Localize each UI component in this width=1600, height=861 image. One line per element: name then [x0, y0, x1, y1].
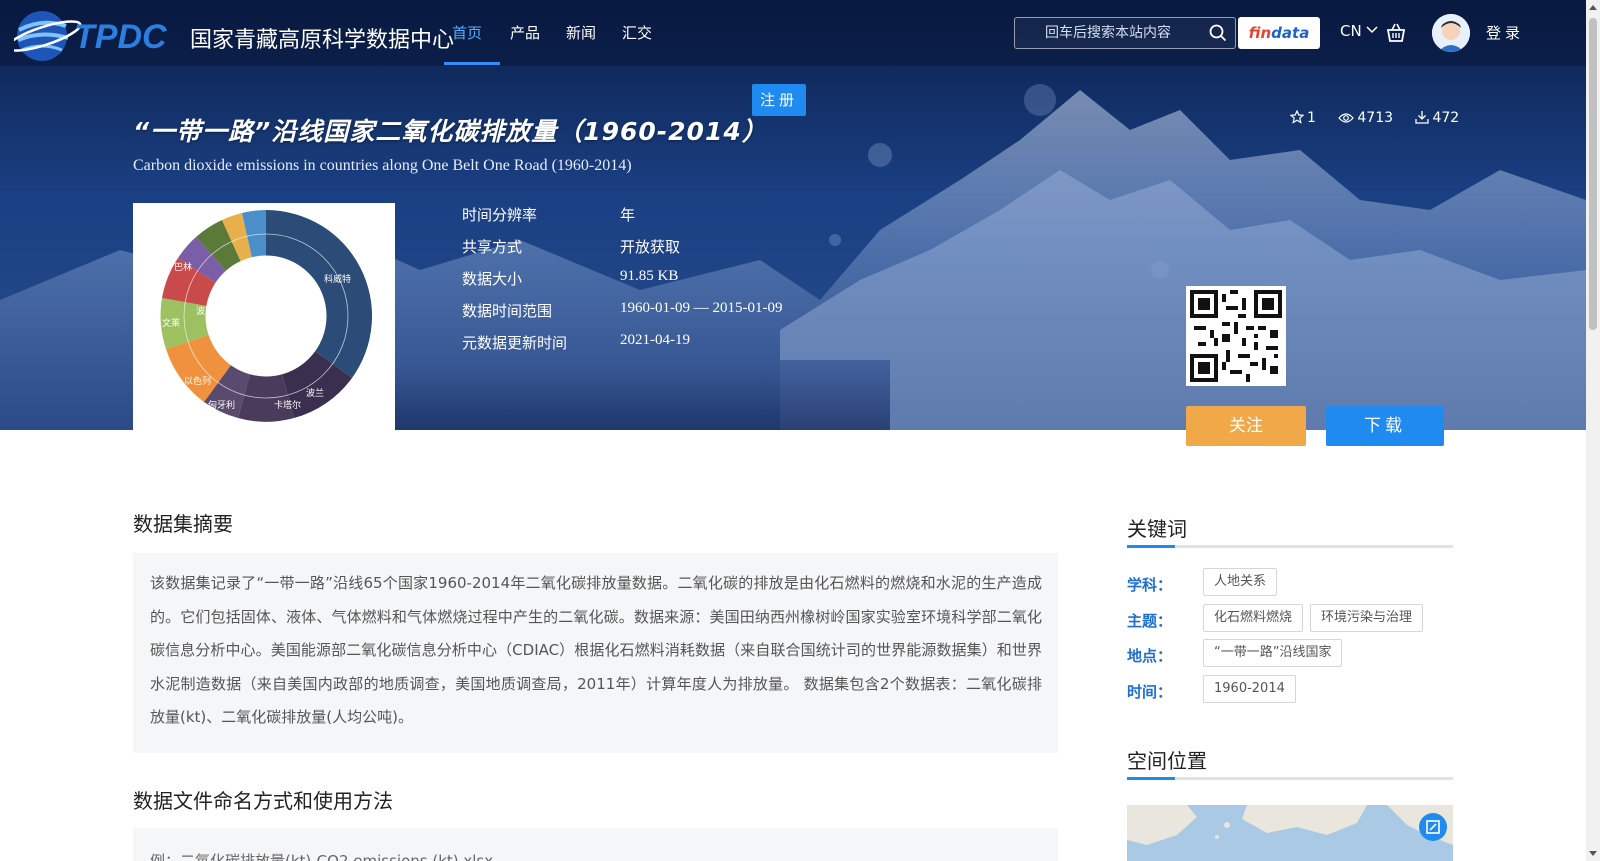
logo-letters: TPDC [74, 18, 167, 56]
meta-value: 91.85 KB [620, 268, 679, 284]
scroll-thumb[interactable] [1589, 18, 1597, 330]
location-divider [1127, 777, 1453, 780]
hero-banner: TPDC 国家青藏高原科学数据中心 首页 产品 新闻 汇交 findata CN [0, 0, 1586, 430]
avatar-icon [1432, 14, 1470, 52]
abstract-text: 该数据集记录了“一带一路”沿线65个国家1960-2014年二氧化碳排放量数据。… [150, 574, 1042, 726]
keyword-tag[interactable]: 化石燃料燃烧 [1203, 604, 1304, 632]
meta-value: 1960-01-09 — 2015-01-09 [620, 300, 783, 316]
thumb-label-israel: 以色列 [184, 375, 211, 387]
download-icon [1415, 111, 1430, 124]
globe-logo-icon: TPDC [14, 11, 167, 61]
keywords-divider [1127, 545, 1453, 548]
keyword-tag[interactable]: 环境污染与治理 [1310, 604, 1424, 632]
dataset-title-en: Carbon dioxide emissions in countries al… [133, 157, 632, 174]
thumb-label-kuwait: 科威特 [324, 273, 351, 285]
qr-code-image [1190, 290, 1282, 382]
meta-value: 2021-04-19 [620, 332, 690, 348]
search-box [1014, 17, 1236, 49]
thumb-label-brunei: 文莱 [162, 317, 180, 329]
meta-value: 年 [620, 206, 636, 224]
star-icon [1289, 109, 1305, 124]
keyword-label: 学科： [1127, 576, 1173, 594]
downloads-stat: 472 [1415, 110, 1459, 126]
scroll-up-icon[interactable] [1589, 3, 1597, 13]
thumb-label-oman: 阿曼 [268, 363, 288, 375]
thumb-label-bosi: 波斯 [196, 305, 214, 317]
findata-part2: data [1271, 24, 1310, 42]
meta-label: 元数据更新时间 [462, 334, 568, 352]
keyword-label: 主题： [1127, 612, 1173, 630]
nav-active-indicator [444, 62, 500, 65]
star-stat[interactable]: 1 [1289, 109, 1316, 126]
search-icon[interactable] [1209, 24, 1227, 42]
dataset-stats: 1 4713 472 [1289, 109, 1477, 130]
keywords-title: 关键词 [1127, 517, 1187, 541]
language-label: CN [1340, 22, 1362, 40]
nav-item-home[interactable]: 首页 [452, 22, 482, 43]
downloads-count: 472 [1432, 110, 1460, 126]
site-logo[interactable]: TPDC 国家青藏高原科学数据中心 [14, 4, 454, 64]
meta-label: 数据时间范围 [462, 302, 553, 320]
user-avatar[interactable] [1432, 14, 1470, 52]
qr-code [1186, 286, 1286, 386]
scroll-down-icon[interactable] [1589, 848, 1597, 858]
nav-item-news[interactable]: 新闻 [566, 22, 596, 43]
login-link[interactable]: 登录 [1486, 22, 1524, 43]
naming-example-box: 例：二氧化碳排放量(kt)-CO2 emissions (kt).xlsx [133, 828, 1058, 861]
meta-label: 数据大小 [462, 270, 523, 288]
page-scrollbar[interactable] [1586, 0, 1600, 861]
map-fullscreen-button[interactable] [1419, 813, 1447, 841]
findata-part1: fin [1248, 24, 1272, 42]
page: TPDC 国家青藏高原科学数据中心 首页 产品 新闻 汇交 findata CN [0, 0, 1600, 861]
search-input[interactable] [1025, 18, 1195, 48]
expand-icon [1426, 820, 1440, 834]
keyword-label: 地点： [1127, 647, 1173, 665]
nav-item-products[interactable]: 产品 [510, 22, 540, 43]
views-stat: 4713 [1338, 110, 1393, 126]
keyword-tag[interactable]: 人地关系 [1203, 568, 1278, 596]
keyword-tag[interactable]: 1960-2014 [1203, 675, 1296, 703]
thumb-label-qatar: 卡塔尔 [274, 399, 301, 411]
naming-title: 数据文件命名方式和使用方法 [133, 789, 393, 813]
dataset-thumbnail: 科威特 阿曼 卡塔尔 波兰 以色列 匈牙利 波斯 文莱 巴林 [133, 203, 395, 430]
follow-button[interactable]: 关注 [1186, 406, 1306, 446]
dataset-title-cn: “一带一路”沿线国家二氧化碳排放量（1960-2014） [133, 117, 768, 146]
location-title: 空间位置 [1127, 749, 1207, 773]
meta-value: 开放获取 [620, 238, 681, 256]
meta-label: 时间分辨率 [462, 206, 538, 224]
keyword-label: 时间： [1127, 683, 1173, 701]
thumb-label-bahrain: 巴林 [174, 261, 192, 273]
thumb-label-poland: 波兰 [306, 387, 324, 399]
views-count: 4713 [1357, 110, 1394, 126]
abstract-box: 该数据集记录了“一带一路”沿线65个国家1960-2014年二氧化碳排放量数据。… [133, 553, 1058, 753]
star-count: 1 [1307, 110, 1316, 126]
location-map[interactable] [1127, 805, 1453, 861]
download-button[interactable]: 下载 [1326, 406, 1444, 446]
chevron-down-icon [1366, 26, 1379, 34]
keyword-tag[interactable]: “一带一路”沿线国家 [1203, 639, 1343, 667]
meta-label: 共享方式 [462, 238, 523, 256]
sunburst-thumbnail-image: 科威特 阿曼 卡塔尔 波兰 以色列 匈牙利 波斯 文莱 巴林 [160, 210, 373, 422]
abstract-title: 数据集摘要 [133, 512, 233, 536]
map-image [1127, 805, 1453, 861]
site-name: 国家青藏高原科学数据中心 [190, 28, 455, 53]
naming-example-text: 例：二氧化碳排放量(kt)-CO2 emissions (kt).xlsx [150, 852, 494, 861]
language-switch[interactable]: CN [1340, 22, 1379, 40]
findata-button[interactable]: findata [1238, 17, 1320, 49]
nav-item-submit[interactable]: 汇交 [622, 22, 652, 43]
eye-icon [1338, 113, 1355, 123]
thumb-label-hungary: 匈牙利 [208, 399, 235, 411]
cart-icon[interactable] [1385, 22, 1407, 44]
